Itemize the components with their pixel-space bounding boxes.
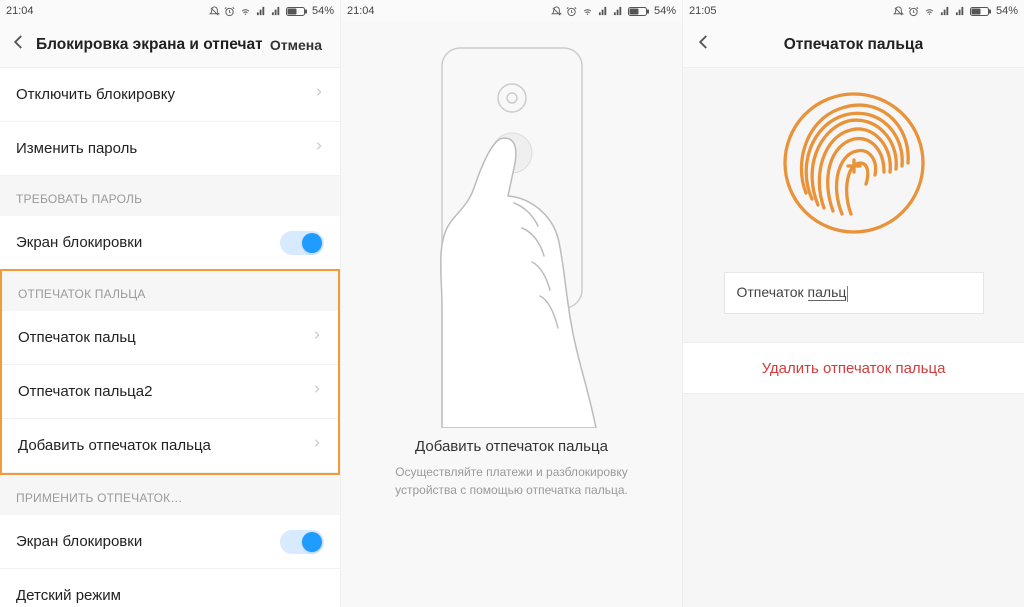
- wifi-icon: [581, 6, 594, 17]
- section-fingerprint: ОТПЕЧАТОК ПАЛЬЦА: [2, 271, 338, 311]
- signal-icon: [598, 6, 609, 17]
- clock: 21:04: [6, 5, 34, 17]
- page-title: Отпечаток пальца: [784, 36, 923, 54]
- delete-fingerprint-button[interactable]: Удалить отпечаток пальца: [683, 342, 1024, 394]
- battery-pct: 54%: [996, 5, 1018, 17]
- signal-icon-2: [955, 6, 966, 17]
- section-apply-fp: ПРИМЕНИТЬ ОТПЕЧАТОК…: [0, 475, 340, 515]
- row-fingerprint-2[interactable]: Отпечаток пальца2: [2, 365, 338, 419]
- row-change-password[interactable]: Изменить пароль: [0, 122, 340, 176]
- row-label: Детский режим: [16, 587, 121, 604]
- battery-icon: [628, 6, 650, 17]
- status-icons: 54%: [551, 5, 676, 17]
- row-label: Экран блокировки: [16, 234, 142, 251]
- page-title: Блокировка экрана и отпечаток пальца: [36, 36, 262, 54]
- alarm-icon: [566, 6, 577, 17]
- row-label: Добавить отпечаток пальца: [18, 437, 211, 454]
- chevron-right-icon: [314, 85, 324, 104]
- clock: 21:05: [689, 5, 717, 17]
- row-label: Отпечаток пальца2: [18, 383, 152, 400]
- dnd-icon: [893, 6, 904, 17]
- add-fingerprint-screen: 21:04 54%: [341, 0, 683, 607]
- battery-icon: [970, 6, 992, 17]
- signal-icon-2: [613, 6, 624, 17]
- alarm-icon: [224, 6, 235, 17]
- signal-icon: [940, 6, 951, 17]
- title-bar: Отпечаток пальца: [683, 22, 1024, 68]
- row-label: Отключить блокировку: [16, 86, 175, 103]
- cancel-button[interactable]: Отмена: [262, 33, 330, 57]
- row-disable-lock[interactable]: Отключить блокировку: [0, 68, 340, 122]
- signal-icon-2: [271, 6, 282, 17]
- back-icon[interactable]: [695, 33, 713, 56]
- status-bar: 21:04 54%: [0, 0, 340, 22]
- battery-icon: [286, 6, 308, 17]
- back-icon[interactable]: [10, 33, 28, 56]
- row-label: Отпечаток пальц: [18, 329, 136, 346]
- add-fp-subtitle: Осуществляйте платежи и разблокировку ус…: [341, 463, 682, 499]
- alarm-icon: [908, 6, 919, 17]
- status-icons: 54%: [209, 5, 334, 17]
- title-bar: Блокировка экрана и отпечаток пальца Отм…: [0, 22, 340, 68]
- status-bar: 21:04 54%: [341, 0, 682, 22]
- section-require-password: ТРЕБОВАТЬ ПАРОЛЬ: [0, 176, 340, 216]
- clock: 21:04: [347, 5, 375, 17]
- wifi-icon: [923, 6, 936, 17]
- toggle-switch[interactable]: [280, 530, 324, 554]
- fingerprint-hand-illustration: [382, 28, 642, 428]
- row-lockscreen-toggle[interactable]: Экран блокировки: [0, 216, 340, 270]
- row-kids-mode[interactable]: Детский режим: [0, 569, 340, 607]
- settings-screen: 21:04 54% Блокировка экрана и отпечаток …: [0, 0, 341, 607]
- fingerprint-detail-screen: 21:05 54% Отпечаток пальца: [683, 0, 1024, 607]
- add-fp-title: Добавить отпечаток пальца: [415, 438, 608, 455]
- toggle-switch[interactable]: [280, 231, 324, 255]
- chevron-right-icon: [312, 436, 322, 455]
- chevron-right-icon: [312, 328, 322, 347]
- input-text: Отпечаток пальц: [737, 284, 849, 301]
- row-lockscreen-toggle-2[interactable]: Экран блокировки: [0, 515, 340, 569]
- battery-pct: 54%: [654, 5, 676, 17]
- status-bar: 21:05 54%: [683, 0, 1024, 22]
- row-label: Экран блокировки: [16, 533, 142, 550]
- row-fingerprint-1[interactable]: Отпечаток пальц: [2, 311, 338, 365]
- dnd-icon: [209, 6, 220, 17]
- signal-icon: [256, 6, 267, 17]
- chevron-right-icon: [312, 382, 322, 401]
- dnd-icon: [551, 6, 562, 17]
- wifi-icon: [239, 6, 252, 17]
- chevron-right-icon: [314, 139, 324, 158]
- row-label: Изменить пароль: [16, 140, 137, 157]
- text-cursor: [847, 286, 848, 302]
- status-icons: 54%: [893, 5, 1018, 17]
- battery-pct: 54%: [312, 5, 334, 17]
- fingerprint-icon: [779, 88, 929, 238]
- row-add-fingerprint[interactable]: Добавить отпечаток пальца: [2, 419, 338, 473]
- fingerprint-name-input[interactable]: Отпечаток пальц: [724, 272, 984, 314]
- fingerprint-section-highlight: ОТПЕЧАТОК ПАЛЬЦА Отпечаток пальц Отпечат…: [0, 269, 340, 475]
